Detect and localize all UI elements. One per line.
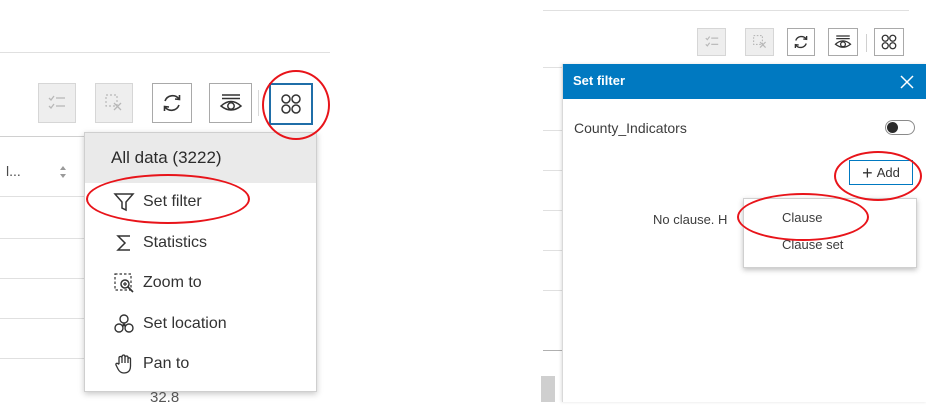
column-header[interactable]: l... <box>6 163 21 179</box>
highlight-ring-clause <box>737 193 869 241</box>
cell-value: 32.8 <box>150 389 180 406</box>
close-icon[interactable] <box>899 74 915 90</box>
menu-item-label: Zoom to <box>143 274 202 291</box>
sort-icon[interactable] <box>59 165 67 179</box>
menu-item-set-location[interactable]: Set location <box>85 305 316 343</box>
show-hide-columns-button[interactable] <box>828 28 858 56</box>
menu-item-label: Statistics <box>143 234 208 251</box>
highlight-ring-add-button <box>834 151 922 201</box>
clear-selection-icon <box>752 35 766 49</box>
refresh-button[interactable] <box>787 28 815 56</box>
refresh-icon <box>794 35 808 49</box>
set-location-icon <box>113 313 135 335</box>
show-selection-button[interactable] <box>697 28 726 56</box>
menu-item-label: Set location <box>143 315 227 332</box>
four-circles-icon <box>881 34 897 50</box>
panel-title: Set filter <box>573 73 626 88</box>
clear-selection-button[interactable] <box>95 83 133 123</box>
clear-selection-button[interactable] <box>745 28 774 56</box>
panel-header: Set filter <box>563 64 926 99</box>
eye-columns-icon <box>219 94 242 111</box>
checklist-icon <box>48 95 65 109</box>
pan-hand-icon <box>113 353 135 375</box>
highlight-ring-options-button <box>262 70 330 140</box>
refresh-button[interactable] <box>152 83 192 123</box>
options-menu-button[interactable] <box>874 28 904 56</box>
show-hide-columns-button[interactable] <box>209 83 252 123</box>
all-data-count: All data (3222) <box>111 148 222 167</box>
layer-name: County_Indicators <box>574 120 687 136</box>
layer-toggle[interactable] <box>885 120 915 135</box>
menu-item-zoom-to[interactable]: Zoom to <box>85 264 316 302</box>
menu-item-pan-to[interactable]: Pan to <box>85 345 316 383</box>
zoom-to-icon <box>113 272 135 294</box>
highlight-ring-set-filter <box>86 174 250 224</box>
set-filter-panel: Set filter County_Indicators + Add No cl… <box>562 64 926 402</box>
menu-item-label: Pan to <box>143 355 190 372</box>
show-selection-button[interactable] <box>38 83 76 123</box>
menu-item-statistics[interactable]: Statistics <box>85 224 316 262</box>
clear-selection-icon <box>105 94 122 111</box>
checklist-icon <box>704 36 718 47</box>
options-menu: All data (3222) Set filter Statistics Zo… <box>84 132 317 392</box>
sigma-icon <box>113 232 135 254</box>
no-clause-message: No clause. H <box>653 212 728 227</box>
eye-columns-icon <box>834 35 852 48</box>
refresh-icon <box>163 94 181 112</box>
